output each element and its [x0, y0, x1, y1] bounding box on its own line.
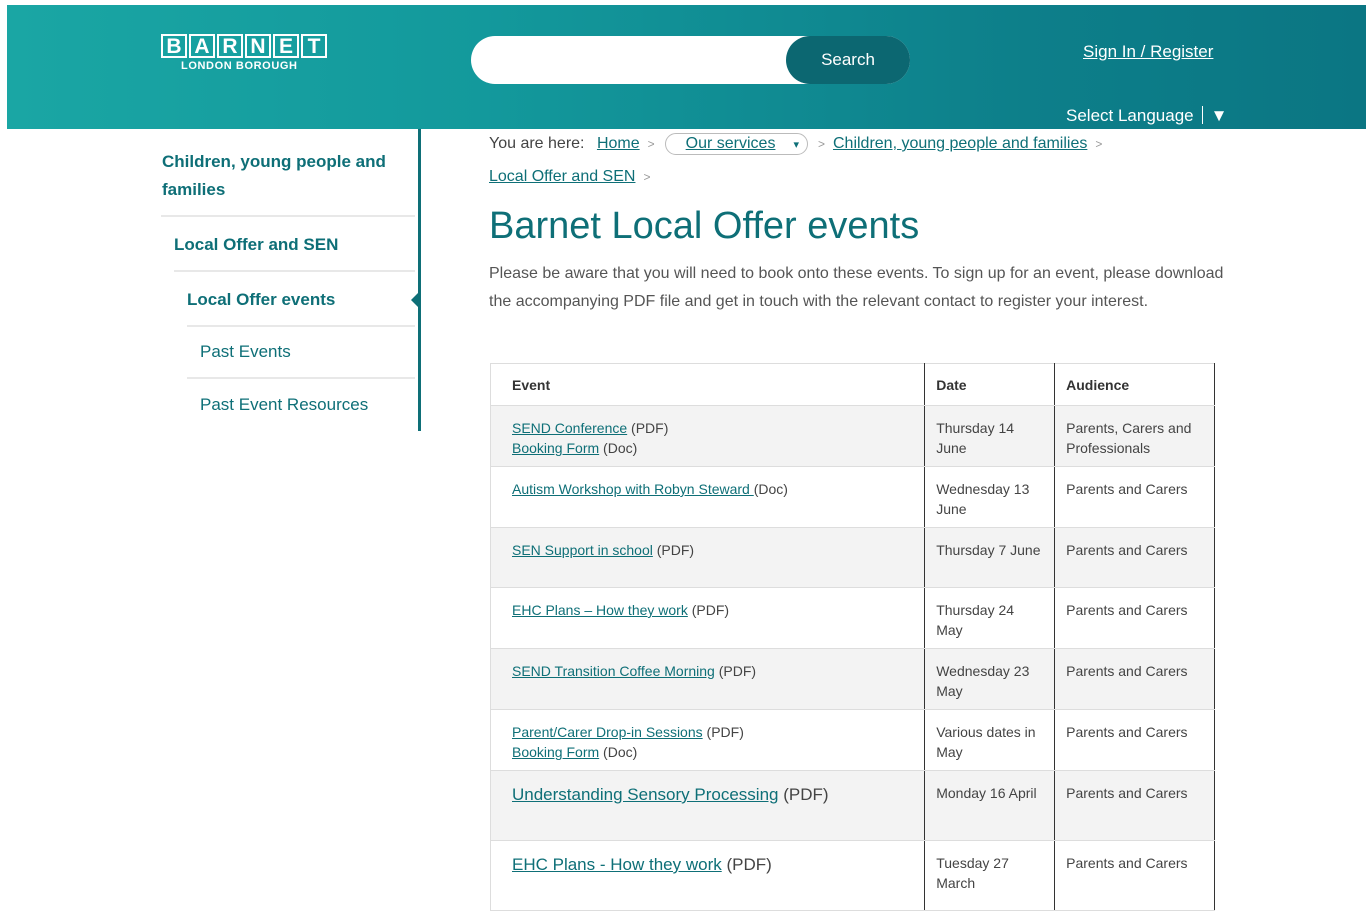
table-header-row: Event Date Audience — [489, 363, 1215, 406]
file-type: (PDF) — [778, 785, 829, 804]
column-header-date: Date — [924, 363, 1056, 406]
logo-letter: A — [189, 34, 215, 58]
intro-text: Please be aware that you will need to bo… — [489, 265, 1224, 310]
breadcrumb-separator: > — [1095, 137, 1103, 151]
audience-cell: Parents and Carers — [1054, 770, 1215, 841]
event-link[interactable]: SEND Conference — [512, 420, 627, 436]
language-divider — [1201, 106, 1203, 124]
breadcrumb-separator: > — [647, 137, 655, 151]
sidebar-divider — [161, 215, 415, 217]
column-header-audience: Audience — [1054, 363, 1215, 406]
breadcrumb-separator: > — [643, 170, 651, 184]
sidebar-item-past-resources[interactable]: Past Event Resources — [200, 395, 368, 415]
table-row: SEN Support in school (PDF) Thursday 7 J… — [489, 527, 1215, 588]
audience-cell: Parents and Carers — [1054, 527, 1215, 588]
table-row: Parent/Carer Drop-in Sessions (PDF) Booki… — [489, 709, 1215, 771]
event-link[interactable]: Parent/Carer Drop-in Sessions — [512, 724, 703, 740]
sidebar-nav: Children, young people and families Loca… — [161, 129, 421, 431]
sidebar-divider — [187, 325, 415, 327]
file-type: (Doc) — [599, 744, 638, 760]
language-label: Select Language — [1066, 106, 1194, 125]
date-cell: Thursday 7 June — [924, 527, 1056, 588]
sidebar-item-past-events[interactable]: Past Events — [200, 342, 291, 362]
active-indicator — [411, 291, 420, 309]
audience-cell: Parents and Carers — [1054, 587, 1215, 649]
table-row: EHC Plans - How they work (PDF) Tuesday … — [489, 840, 1215, 911]
event-cell: Parent/Carer Drop-in Sessions (PDF) Booki… — [489, 709, 926, 771]
sidebar-section-title[interactable]: Children, young people and families — [162, 148, 402, 204]
file-type: (PDF) — [721, 855, 772, 874]
breadcrumb-line-2: Local Offer and SEN > — [489, 168, 658, 186]
services-dropdown[interactable]: Our services ▾ — [664, 133, 808, 155]
date-cell: Monday 16 April — [924, 770, 1056, 841]
logo-letter: T — [301, 34, 327, 58]
breadcrumb-children[interactable]: Children, young people and families — [833, 135, 1087, 152]
audience-cell: Parents, Carers and Professionals — [1054, 405, 1215, 467]
signin-link[interactable]: Sign In / Register — [1083, 42, 1213, 62]
breadcrumb: You are here: Home > Our services ▾ > Childre… — [489, 133, 1209, 155]
logo-letter: N — [245, 34, 271, 58]
chevron-down-icon: ▼ — [1210, 106, 1228, 125]
event-cell: SEN Support in school (PDF) — [489, 527, 926, 588]
column-header-event: Event — [489, 363, 926, 406]
event-cell: Understanding Sensory Processing (PDF) — [489, 770, 926, 841]
event-cell: EHC Plans – How they work (PDF) — [489, 587, 926, 649]
date-cell: Thursday 14 June — [924, 405, 1056, 467]
table-row: SEND Transition Coffee Morning (PDF) Wed… — [489, 648, 1215, 710]
file-type: (PDF) — [702, 724, 744, 740]
logo-letter: B — [161, 34, 187, 58]
audience-cell: Parents and Carers — [1054, 840, 1215, 911]
table-row: EHC Plans – How they work (PDF) Thursday… — [489, 587, 1215, 649]
file-type: (PDF) — [652, 542, 695, 558]
sidebar-item-events[interactable]: Local Offer events — [187, 290, 335, 310]
table-row: SEND Conference (PDF) Booking Form (Doc) … — [489, 405, 1215, 467]
events-table: Event Date Audience SEND Conference (PDF… — [489, 363, 1215, 911]
date-cell: Wednesday 13 June — [924, 466, 1056, 528]
audience-cell: Parents and Carers — [1054, 648, 1215, 710]
event-link[interactable]: EHC Plans – How they work — [512, 602, 688, 618]
audience-cell: Parents and Carers — [1054, 466, 1215, 528]
breadcrumb-local-offer[interactable]: Local Offer and SEN — [489, 168, 635, 185]
language-selector[interactable]: Select Language ▼ — [1066, 106, 1227, 126]
event-cell: Autism Workshop with Robyn Steward (Doc) — [489, 466, 926, 528]
event-link[interactable]: EHC Plans - How they work — [512, 855, 722, 874]
booking-form-link[interactable]: Booking Form — [512, 440, 599, 456]
dropdown-caret-icon[interactable]: ▾ — [793, 139, 799, 151]
booking-form-link[interactable]: Booking Form — [512, 744, 599, 760]
file-type: (Doc) — [753, 481, 788, 497]
audience-cell: Parents and Carers — [1054, 709, 1215, 771]
logo-letter: E — [273, 34, 299, 58]
breadcrumb-home[interactable]: Home — [597, 135, 640, 152]
page-title: Barnet Local Offer events — [489, 205, 920, 247]
site-header: B A R N E T LONDON BOROUGH Search Sign I… — [7, 5, 1366, 129]
barnet-logo[interactable]: B A R N E T LONDON BOROUGH — [161, 34, 351, 72]
event-cell: EHC Plans - How they work (PDF) — [489, 840, 926, 911]
date-cell: Wednesday 23 May — [924, 648, 1056, 710]
event-link[interactable]: Understanding Sensory Processing — [512, 785, 778, 804]
sidebar-divider — [174, 270, 415, 272]
logo-letter: R — [217, 34, 243, 58]
breadcrumb-prefix: You are here: — [489, 135, 585, 152]
date-cell: Thursday 24 May — [924, 587, 1056, 649]
event-link[interactable]: SEN Support in school — [512, 542, 653, 558]
sidebar-item-local-offer[interactable]: Local Offer and SEN — [174, 235, 338, 255]
breadcrumb-separator: > — [817, 137, 825, 151]
table-row: Understanding Sensory Processing (PDF) M… — [489, 770, 1215, 841]
file-type: (PDF) — [627, 420, 669, 436]
date-cell: Tuesday 27 March — [924, 840, 1056, 911]
logo-letters: B A R N E T — [161, 34, 351, 58]
sidebar-divider — [187, 377, 415, 379]
search-button[interactable]: Search — [786, 36, 910, 84]
file-type: (PDF) — [714, 663, 757, 679]
event-cell: SEND Transition Coffee Morning (PDF) — [489, 648, 926, 710]
event-cell: SEND Conference (PDF) Booking Form (Doc) — [489, 405, 926, 467]
event-link[interactable]: SEND Transition Coffee Morning — [512, 663, 715, 679]
breadcrumb-services[interactable]: Our services — [686, 135, 776, 152]
table-row: Autism Workshop with Robyn Steward (Doc)… — [489, 466, 1215, 528]
file-type: (PDF) — [687, 602, 730, 618]
date-cell: Various dates in May — [924, 709, 1056, 771]
event-link[interactable]: Autism Workshop with Robyn Steward — [512, 481, 754, 497]
file-type: (Doc) — [599, 440, 638, 456]
logo-subtitle: LONDON BOROUGH — [181, 60, 298, 72]
